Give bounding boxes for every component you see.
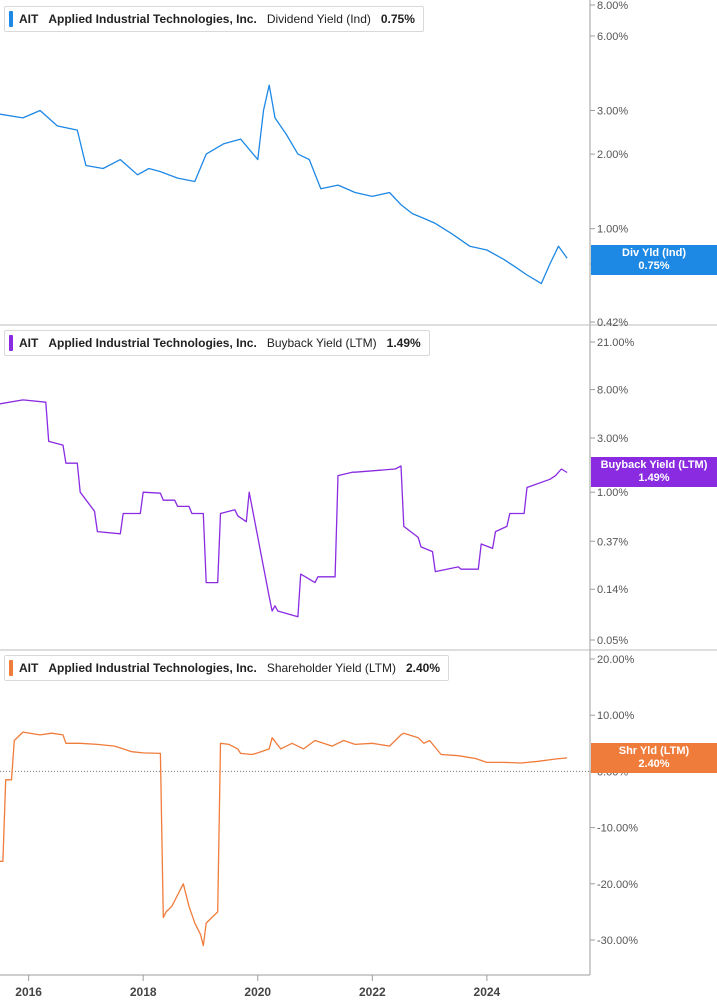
- y-tick-label: -10.00%: [597, 823, 638, 835]
- series-line: [0, 731, 568, 947]
- legend-swatch-buyback: [9, 335, 13, 351]
- legend-company: Applied Industrial Technologies, Inc.: [48, 12, 257, 26]
- legend-shareholder: AIT Applied Industrial Technologies, Inc…: [4, 655, 450, 681]
- x-tick-label: 2022: [359, 985, 386, 999]
- y-tick-label: 3.00%: [597, 106, 628, 118]
- y-tick-label: 0.42%: [597, 317, 628, 329]
- y-tick-label: 3.00%: [597, 433, 628, 445]
- legend-ticker: AIT: [19, 336, 39, 350]
- y-tick-label: 21.00%: [597, 337, 635, 349]
- legend-value: 1.49%: [386, 336, 421, 350]
- badge-dividend: Div Yld (Ind) 0.75%: [591, 245, 717, 275]
- legend-metric: Buyback Yield (LTM): [266, 336, 377, 350]
- y-tick-label: 8.00%: [597, 0, 628, 12]
- badge-label: Shr Yld (LTM): [618, 745, 690, 757]
- legend-company: Applied Industrial Technologies, Inc.: [48, 661, 257, 675]
- legend-ticker: AIT: [19, 12, 39, 26]
- badge-value: 1.49%: [638, 472, 670, 484]
- legend-value: 0.75%: [380, 12, 415, 26]
- y-tick-label: 0.14%: [597, 584, 628, 596]
- chart-canvas: 8.00%6.00%3.00%2.00%1.00%0.72%0.42%21.00…: [0, 0, 717, 999]
- y-tick-label: 1.00%: [597, 224, 628, 236]
- x-tick-label: 2024: [474, 985, 501, 999]
- legend-metric: Dividend Yield (Ind): [266, 12, 371, 26]
- series-line: [0, 84, 568, 285]
- legend-company: Applied Industrial Technologies, Inc.: [48, 336, 257, 350]
- legend-dividend: AIT Applied Industrial Technologies, Inc…: [4, 6, 424, 32]
- legend-metric: Shareholder Yield (LTM): [266, 661, 396, 675]
- y-tick-label: 6.00%: [597, 31, 628, 43]
- y-tick-label: 0.05%: [597, 635, 628, 647]
- x-tick-label: 2016: [15, 985, 42, 999]
- badge-shareholder: Shr Yld (LTM) 2.40%: [591, 743, 717, 773]
- series-line: [0, 399, 568, 618]
- badge-label: Div Yld (Ind): [622, 247, 686, 259]
- y-tick-label: -20.00%: [597, 879, 638, 891]
- badge-value: 2.40%: [638, 758, 670, 770]
- y-tick-label: 1.00%: [597, 487, 628, 499]
- y-tick-label: 0.37%: [597, 536, 628, 548]
- y-tick-label: 20.00%: [597, 654, 635, 666]
- badge-value: 0.75%: [638, 260, 670, 272]
- y-tick-label: 10.00%: [597, 710, 635, 722]
- legend-ticker: AIT: [19, 661, 39, 675]
- y-tick-label: -30.00%: [597, 935, 638, 947]
- y-tick-label: 8.00%: [597, 385, 628, 397]
- legend-swatch-dividend: [9, 11, 13, 27]
- badge-buyback: Buyback Yield (LTM) 1.49%: [591, 457, 717, 487]
- legend-swatch-shareholder: [9, 660, 13, 676]
- y-tick-label: 2.00%: [597, 149, 628, 161]
- legend-buyback: AIT Applied Industrial Technologies, Inc…: [4, 330, 430, 356]
- x-tick-label: 2020: [244, 985, 271, 999]
- badge-label: Buyback Yield (LTM): [600, 459, 708, 471]
- x-tick-label: 2018: [130, 985, 157, 999]
- legend-value: 2.40%: [405, 661, 441, 675]
